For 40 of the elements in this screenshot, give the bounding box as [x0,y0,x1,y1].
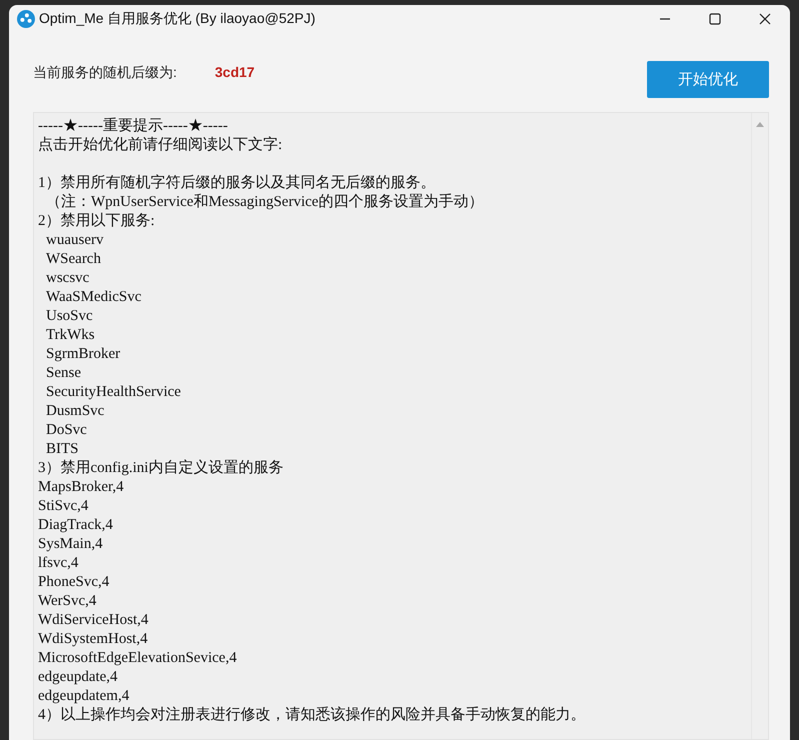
notice-line: TrkWks [46,327,95,343]
notice-line: WerSvc,4 [38,593,96,609]
notice-line: BITS [46,441,79,457]
notice-line: 点击开始优化前请仔细阅读以下文字: [38,137,282,153]
notice-line: lfsvc,4 [38,555,78,571]
minimize-icon [659,18,671,20]
suffix-label: 当前服务的随机后缀为: [33,64,177,82]
notice-line: WdiServiceHost,4 [38,612,148,628]
notice-line: UsoSvc [46,308,93,324]
notice-line: 2）禁用以下服务: [38,213,155,229]
notice-line: WSearch [46,251,101,267]
notice-line: 1）禁用所有随机字符后缀的服务以及其同名无后缀的服务。 [38,175,436,191]
notice-line: （注：WpnUserService和MessagingService的四个服务设置为手动） [46,194,484,210]
notice-line: PhoneSvc,4 [38,574,110,590]
notice-line: 3）禁用config.ini内自定义设置的服务 [38,460,284,476]
maximize-icon [709,13,721,25]
notice-line: WdiSystemHost,4 [38,631,148,647]
notice-line: 4）以上操作均会对注册表进行修改，请知悉该操作的风险并具备手动恢复的能力。 [38,707,586,723]
notice-line: WaaSMedicSvc [46,289,142,305]
notice-line: DusmSvc [46,403,104,419]
notice-line: edgeupdatem,4 [38,688,130,704]
notice-line: MicrosoftEdgeElevationSevice,4 [38,650,237,666]
notice-line: edgeupdate,4 [38,669,118,685]
start-button[interactable]: 开始优化 [647,61,769,98]
notice-line: DoSvc [46,422,87,438]
notice-line: -----★-----重要提示-----★----- [38,118,228,134]
notice-line: SgrmBroker [46,346,120,362]
notice-line: StiSvc,4 [38,498,88,514]
notice-line: SecurityHealthService [46,384,181,400]
notice-line: SysMain,4 [38,536,103,552]
suffix-value: 3cd17 [214,64,255,80]
window-title: Optim_Me 自用服务优化 (By ilaoyao@52PJ) [39,10,316,28]
notice-text-area[interactable] [33,112,769,740]
notice-line: wscsvc [46,270,90,286]
notice-line: DiagTrack,4 [38,517,113,533]
notice-line: MapsBroker,4 [38,479,124,495]
notice-line: Sense [46,365,81,381]
notice-line: wuauserv [46,232,104,248]
app-logo-icon [17,10,35,28]
close-icon [759,13,771,25]
